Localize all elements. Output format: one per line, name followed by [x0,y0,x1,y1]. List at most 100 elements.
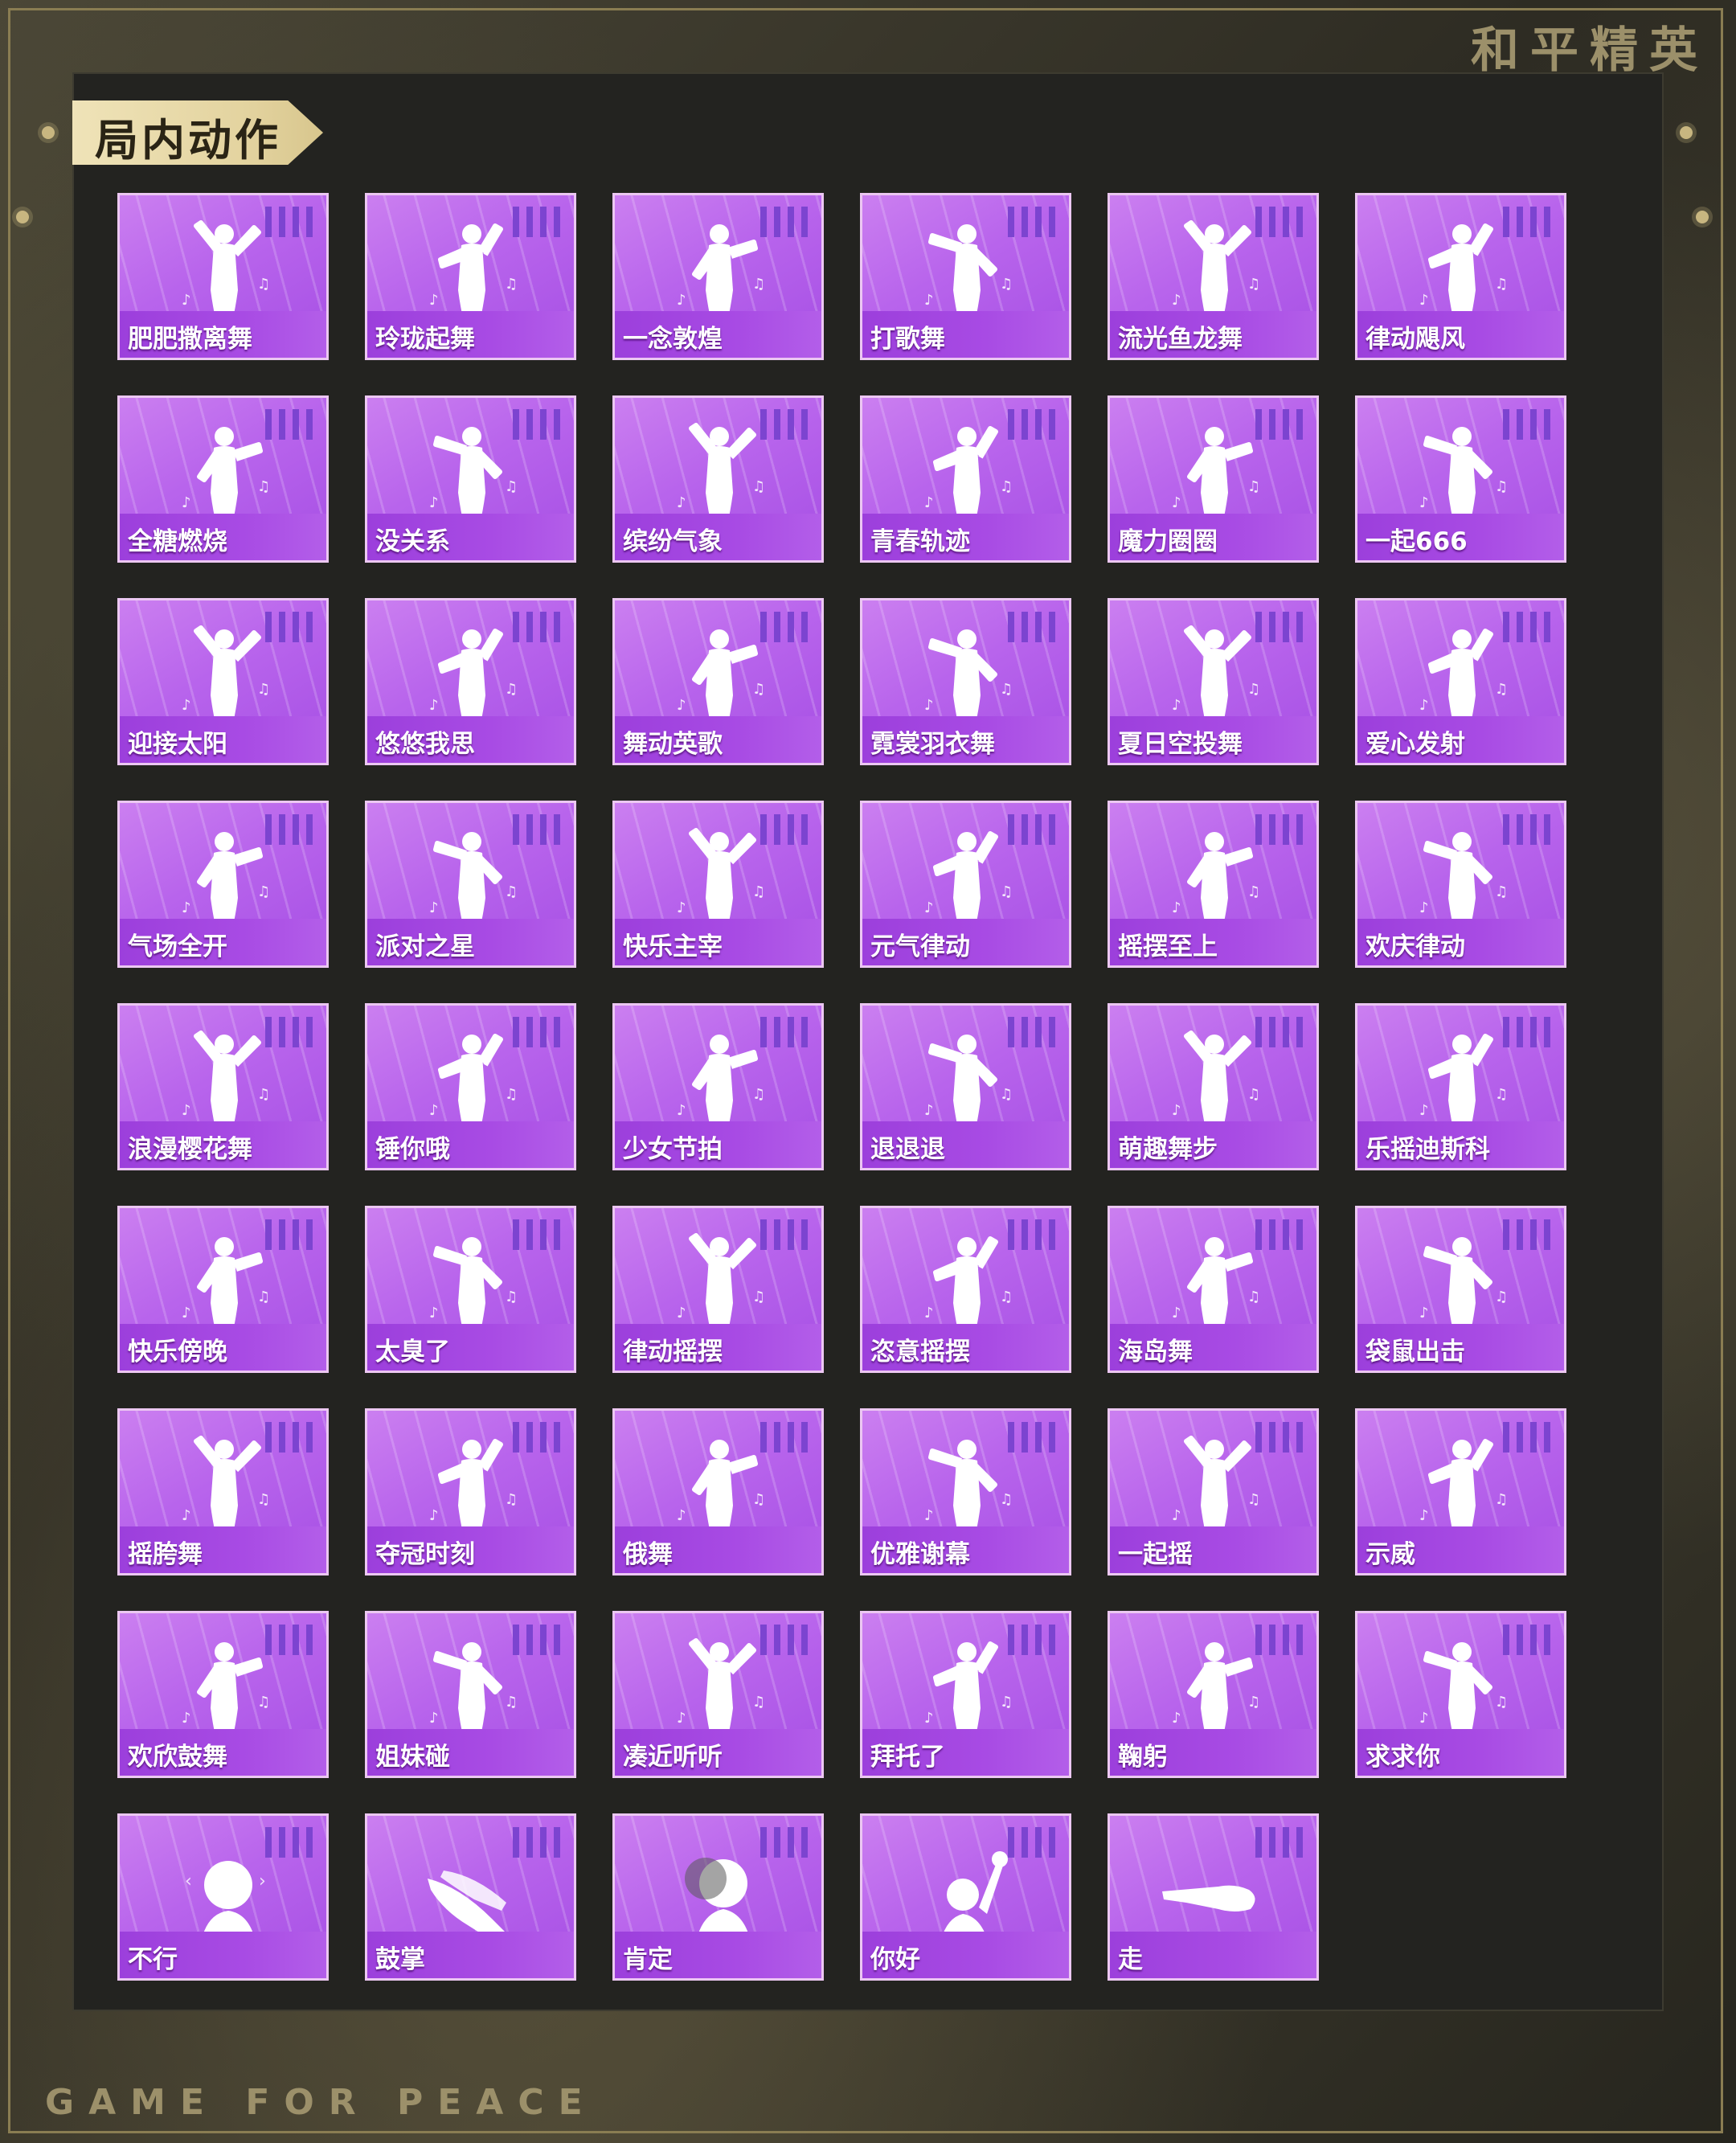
emote-card[interactable]: ♪ ♫ 太臭了 [365,1206,576,1373]
emote-name: 律动摇摆 [623,1338,723,1367]
emote-name: 走 [1118,1945,1143,1974]
emote-card[interactable]: ♪ ♫ 全糖燃烧 [117,395,329,563]
emote-card[interactable]: ♪ ♫ 打歌舞 [860,193,1071,360]
svg-text:♪: ♪ [1172,697,1181,714]
emote-name: 不行 [128,1945,178,1974]
svg-text:♫: ♫ [1000,1086,1013,1103]
svg-text:♫: ♫ [505,1491,518,1508]
svg-text:♪: ♪ [924,1507,934,1524]
emote-card[interactable]: ♪ ♫ 海岛舞 [1108,1206,1319,1373]
svg-text:♪: ♪ [924,697,934,714]
svg-text:♫: ♫ [1247,478,1260,495]
svg-text:♫: ♫ [257,1289,270,1305]
emote-card[interactable]: ♪ ♫ 元气律动 [860,801,1071,968]
emote-card[interactable]: ♪ ♫ 流光鱼龙舞 [1108,193,1319,360]
emote-card[interactable]: ♪ ♫ 气场全开 [117,801,329,968]
svg-text:♫: ♫ [1495,1491,1508,1508]
svg-text:♪: ♪ [1419,292,1429,309]
emote-card[interactable]: ♪ ♫ 缤纷气象 [612,395,824,563]
svg-text:♫: ♫ [1000,276,1013,293]
svg-text:♫: ♫ [257,1694,270,1711]
svg-text:♪: ♪ [924,899,934,916]
emote-card[interactable]: ♪ ♫ 肥肥撒离舞 [117,193,329,360]
svg-text:♫: ♫ [257,478,270,495]
emote-card[interactable]: 你好 [860,1813,1071,1981]
emote-card[interactable]: ♪ ♫ 浪漫樱花舞 [117,1003,329,1170]
emote-name: 霓裳羽衣舞 [870,730,995,759]
frame-ornament-left-lower [16,211,29,223]
emote-card[interactable]: ♪ ♫ 姐妹碰 [365,1611,576,1778]
emote-card[interactable]: ♪ ♫ 锤你哦 [365,1003,576,1170]
emote-card[interactable]: ♪ ♫ 欢欣鼓舞 [117,1611,329,1778]
emote-card[interactable]: ♪ ♫ 悠悠我思 [365,598,576,765]
emote-card[interactable]: ♪ ♫ 爱心发射 [1355,598,1566,765]
svg-text:♫: ♫ [1495,1086,1508,1103]
emote-card[interactable]: ♪ ♫ 凑近听听 [612,1611,824,1778]
emote-card[interactable]: ♪ ♫ 求求你 [1355,1611,1566,1778]
svg-text:♫: ♫ [257,883,270,900]
emote-card[interactable]: ♪ ♫ 派对之星 [365,801,576,968]
emote-card[interactable]: ♪ ♫ 拜托了 [860,1611,1071,1778]
svg-text:♫: ♫ [1000,1491,1013,1508]
emote-name: 律动飓风 [1365,325,1465,354]
emote-name: 舞动英歌 [623,730,723,759]
emote-card[interactable]: ♪ ♫ 青春轨迹 [860,395,1071,563]
emote-name: 爱心发射 [1365,730,1465,759]
emote-card[interactable]: ♪ ♫ 律动飓风 [1355,193,1566,360]
emote-card[interactable]: ‹ › 不行 [117,1813,329,1981]
emote-card[interactable]: ♪ ♫ 夏日空投舞 [1108,598,1319,765]
emote-card[interactable]: ♪ ♫ 一起摇 [1108,1408,1319,1575]
emote-card[interactable]: ♪ ♫ 乐摇迪斯科 [1355,1003,1566,1170]
emote-card[interactable]: ♪ ♫ 摇胯舞 [117,1408,329,1575]
svg-text:♫: ♫ [1495,1694,1508,1711]
svg-text:♪: ♪ [924,1305,934,1321]
emote-card[interactable]: 肯定 [612,1813,824,1981]
section-title: 局内动作 [95,115,281,166]
emote-name: 鞠躬 [1118,1743,1168,1772]
svg-text:♫: ♫ [1495,681,1508,698]
svg-text:♪: ♪ [1419,1305,1429,1321]
emote-name: 悠悠我思 [375,730,475,759]
emote-name: 凑近听听 [623,1743,723,1772]
emote-card[interactable]: ♪ ♫ 没关系 [365,395,576,563]
emote-card[interactable]: 鼓掌 [365,1813,576,1981]
svg-text:♫: ♫ [505,276,518,293]
emote-card[interactable]: ♪ ♫ 鞠躬 [1108,1611,1319,1778]
emote-card[interactable]: ♪ ♫ 快乐傍晚 [117,1206,329,1373]
svg-text:♪: ♪ [182,494,191,511]
svg-text:♪: ♪ [1172,494,1181,511]
emote-card[interactable]: ♪ ♫ 萌趣舞步 [1108,1003,1319,1170]
emote-card[interactable]: ♪ ♫ 一起666 [1355,395,1566,563]
emote-card[interactable]: ♪ ♫ 夺冠时刻 [365,1408,576,1575]
svg-text:♪: ♪ [677,494,686,511]
emote-card[interactable]: ♪ ♫ 示威 [1355,1408,1566,1575]
svg-text:♫: ♫ [1000,1694,1013,1711]
emote-name: 缤纷气象 [623,527,723,556]
frame-ornament-right [1680,126,1693,139]
emote-card[interactable]: ♪ ♫ 迎接太阳 [117,598,329,765]
emote-card[interactable]: ♪ ♫ 舞动英歌 [612,598,824,765]
emote-card[interactable]: ♪ ♫ 一念敦煌 [612,193,824,360]
emote-card[interactable]: 走 [1108,1813,1319,1981]
emote-name: 元气律动 [870,932,970,961]
svg-text:♫: ♫ [752,478,765,495]
emote-card[interactable]: ♪ ♫ 霓裳羽衣舞 [860,598,1071,765]
emote-card[interactable]: ♪ ♫ 摇摆至上 [1108,801,1319,968]
emote-name: 全糖燃烧 [128,527,227,556]
emote-card[interactable]: ♪ ♫ 律动摇摆 [612,1206,824,1373]
svg-text:♪: ♪ [429,494,439,511]
emote-card[interactable]: ♪ ♫ 快乐主宰 [612,801,824,968]
svg-text:♪: ♪ [182,1710,191,1727]
emote-card[interactable]: ♪ ♫ 恣意摇摆 [860,1206,1071,1373]
emote-card[interactable]: ♪ ♫ 欢庆律动 [1355,801,1566,968]
emote-card[interactable]: ♪ ♫ 俄舞 [612,1408,824,1575]
emote-card[interactable]: ♪ ♫ 玲珑起舞 [365,193,576,360]
emote-name: 一念敦煌 [623,325,723,354]
emote-card[interactable]: ♪ ♫ 少女节拍 [612,1003,824,1170]
emote-name: 一起666 [1365,527,1468,556]
emote-name: 欢欣鼓舞 [128,1743,227,1772]
emote-card[interactable]: ♪ ♫ 退退退 [860,1003,1071,1170]
emote-card[interactable]: ♪ ♫ 袋鼠出击 [1355,1206,1566,1373]
emote-card[interactable]: ♪ ♫ 魔力圈圈 [1108,395,1319,563]
emote-card[interactable]: ♪ ♫ 优雅谢幕 [860,1408,1071,1575]
